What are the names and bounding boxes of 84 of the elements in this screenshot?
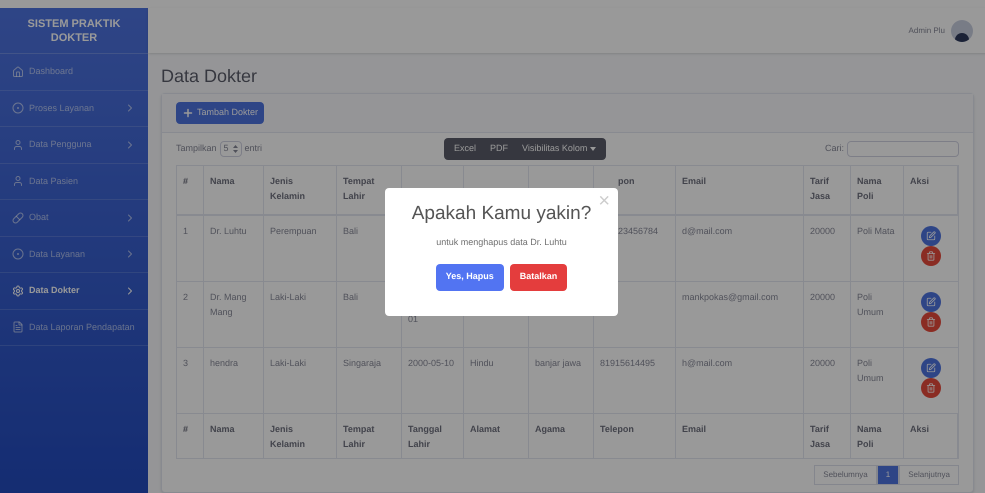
column-header: Aksi bbox=[910, 176, 930, 186]
table-cell: Bali bbox=[343, 226, 358, 236]
table-cell: 1 bbox=[183, 226, 188, 236]
table-cell: banjar jawa bbox=[535, 358, 582, 368]
column-header: Tanggal Lahir bbox=[408, 424, 442, 449]
table-cell: 2000-05-10 bbox=[408, 358, 454, 368]
column-header: Nama bbox=[210, 424, 235, 434]
delete-button[interactable] bbox=[921, 246, 941, 266]
cancel-button[interactable]: Batalkan bbox=[510, 264, 568, 290]
trash-icon bbox=[926, 317, 936, 327]
dialog-message: untuk menghapus data Dr. Luhtu bbox=[436, 236, 567, 249]
column-header: Telepon bbox=[600, 424, 634, 434]
column-header: Aksi bbox=[910, 424, 930, 434]
column-header: Tempat Lahir bbox=[343, 176, 374, 201]
user-name: Admin Plu bbox=[908, 24, 945, 36]
delete-button[interactable] bbox=[921, 312, 941, 332]
column-header: # bbox=[183, 424, 188, 434]
table-cell: 3 bbox=[183, 358, 188, 368]
edit-icon bbox=[926, 363, 936, 373]
table-cell: 20000 bbox=[810, 358, 836, 368]
edit-button[interactable] bbox=[921, 226, 941, 246]
column-header: Nama Poli bbox=[857, 424, 882, 449]
column-header: Nama Poli bbox=[857, 176, 882, 201]
table-cell: Poli Mata bbox=[857, 226, 895, 236]
table-cell: Hindu bbox=[470, 358, 494, 368]
confirm-button[interactable]: Yes, Hapus bbox=[436, 264, 504, 290]
export-button[interactable]: Excel bbox=[447, 142, 484, 156]
edit-button[interactable] bbox=[921, 292, 941, 312]
table-cell: 81915614495 bbox=[600, 358, 656, 368]
column-header: pon bbox=[618, 176, 634, 186]
column-header: Jenis Kelamin bbox=[270, 424, 306, 449]
column-header: # bbox=[183, 176, 188, 186]
table-cell: 20000 bbox=[810, 226, 836, 236]
table-cell: Poli Umum bbox=[857, 358, 884, 383]
column-header: Tarif Jasa bbox=[810, 424, 830, 449]
column-header: Agama bbox=[535, 424, 566, 434]
table-cell: h@mail.com bbox=[682, 358, 732, 368]
page-button[interactable]: Selanjutnya bbox=[899, 465, 959, 485]
trash-icon bbox=[926, 383, 936, 393]
table-cell: 20000 bbox=[810, 292, 836, 302]
edit-icon bbox=[926, 231, 936, 241]
search-label: Cari: bbox=[824, 142, 844, 156]
column-header: Tempat Lahir bbox=[343, 424, 374, 449]
add-doctor-button[interactable]: Tambah Dokter bbox=[176, 102, 264, 124]
column-header: Email bbox=[682, 424, 706, 434]
table-cell: Laki-Laki bbox=[270, 292, 306, 302]
page-title: Data Dokter bbox=[161, 65, 258, 87]
column-header: Jenis Kelamin bbox=[270, 176, 306, 201]
length-label: Tampilkan bbox=[176, 142, 217, 156]
table-cell: Laki-Laki bbox=[270, 358, 306, 368]
search-field[interactable] bbox=[847, 141, 959, 157]
delete-button[interactable] bbox=[921, 378, 941, 398]
edit-icon bbox=[926, 297, 936, 307]
table-cell: mankpokas@gmail.com bbox=[682, 292, 778, 302]
export-button[interactable]: Visibilitas Kolom bbox=[515, 142, 604, 156]
column-header: Alamat bbox=[470, 424, 500, 434]
column-header: Tarif Jasa bbox=[810, 176, 830, 201]
table-cell: 2 bbox=[183, 292, 188, 302]
avatar-icon bbox=[951, 20, 973, 42]
table-cell: Dr. Luhtu bbox=[210, 226, 247, 236]
column-header: Email bbox=[682, 176, 706, 186]
sort-arrows-icon bbox=[232, 145, 238, 153]
close-button[interactable]: × bbox=[598, 190, 610, 212]
table-cell: Singaraja bbox=[343, 358, 382, 368]
edit-button[interactable] bbox=[921, 358, 941, 378]
length-label: entri bbox=[244, 142, 262, 156]
table-cell: Dr. Mang Mang bbox=[210, 292, 247, 317]
table-cell: Perempuan bbox=[270, 226, 317, 236]
page-button[interactable]: 1 bbox=[876, 465, 900, 485]
table-cell: 01 bbox=[408, 314, 418, 324]
table-cell: hendra bbox=[210, 358, 238, 368]
dialog-title: Apakah Kamu yakin? bbox=[412, 202, 592, 226]
table-cell: 23456784 bbox=[618, 226, 658, 236]
trash-icon bbox=[926, 251, 936, 261]
table-cell: Bali bbox=[343, 292, 358, 302]
table-cell: Poli Umum bbox=[857, 292, 884, 317]
plus-icon bbox=[182, 107, 194, 119]
length-select[interactable]: 5 bbox=[220, 141, 242, 157]
table-cell: d@mail.com bbox=[682, 226, 732, 236]
page-button[interactable]: Sebelumnya bbox=[814, 465, 877, 485]
column-header: Nama bbox=[210, 176, 235, 186]
export-button[interactable]: PDF bbox=[483, 142, 516, 156]
brand-title: SISTEM PRAKTIK DOKTER bbox=[26, 16, 122, 44]
gear-icon bbox=[12, 284, 24, 297]
